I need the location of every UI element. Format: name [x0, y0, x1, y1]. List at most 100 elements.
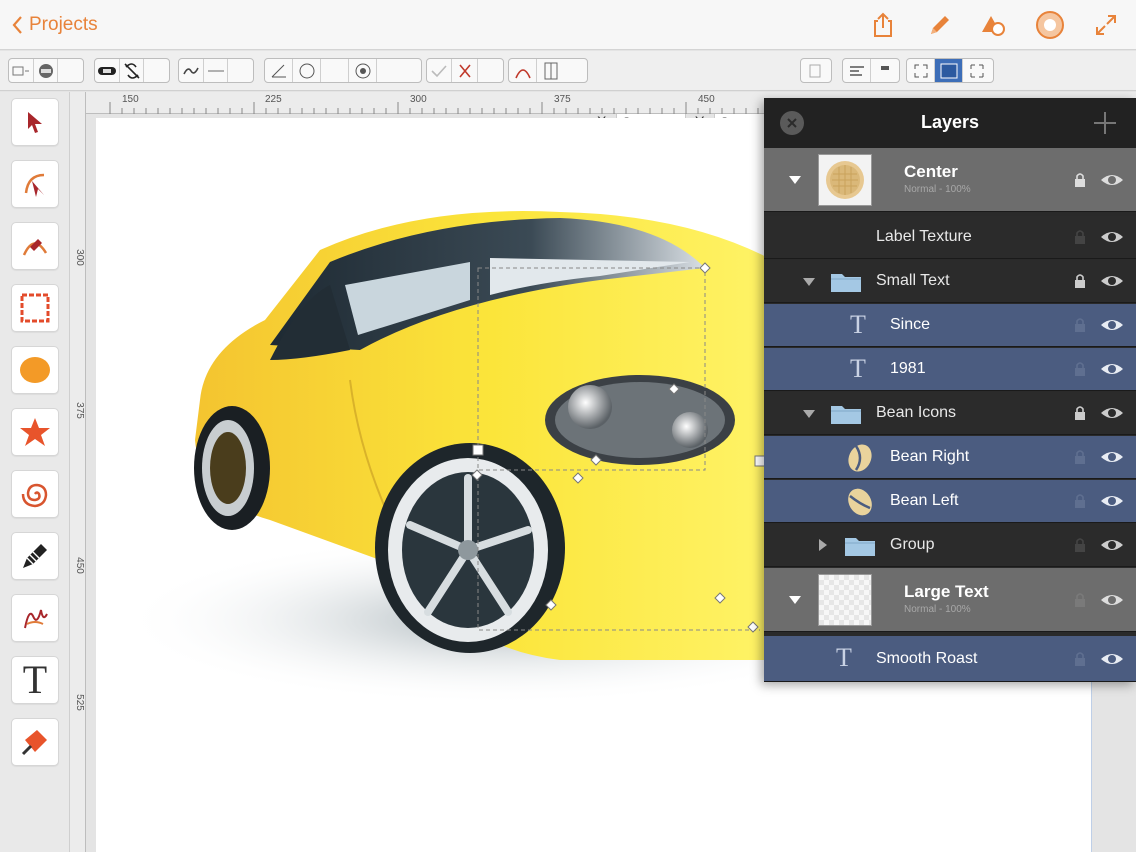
- layer-thumbnail: [818, 574, 872, 626]
- eye-icon[interactable]: [1100, 172, 1124, 188]
- pen-tool-button[interactable]: [11, 222, 59, 270]
- check-icon[interactable]: [427, 59, 453, 82]
- scissors-icon[interactable]: [452, 59, 478, 82]
- boolean-icon[interactable]: [34, 59, 59, 82]
- fill-view-icon[interactable]: [935, 59, 963, 82]
- eye-icon[interactable]: [1100, 361, 1124, 377]
- lock-icon[interactable]: [1074, 651, 1086, 667]
- join-icon[interactable]: [179, 59, 204, 82]
- layer-row-bean-right[interactable]: Bean Right: [764, 436, 1136, 479]
- text-align-icon[interactable]: [843, 59, 871, 82]
- record-icon[interactable]: [1035, 10, 1065, 40]
- layer-row-bean-left[interactable]: Bean Left: [764, 480, 1136, 523]
- align-icon[interactable]: [9, 59, 34, 82]
- text-dropdown-icon[interactable]: [871, 59, 899, 82]
- toolbar-group-transform: [508, 58, 588, 83]
- arrow-cursor-icon: [28, 112, 42, 133]
- eye-icon[interactable]: [1100, 493, 1124, 509]
- eye-icon[interactable]: [1100, 592, 1124, 608]
- layer-row-bean-icons[interactable]: Bean Icons: [764, 392, 1136, 435]
- layer-row-group[interactable]: Group: [764, 524, 1136, 567]
- flip-icon[interactable]: [537, 59, 565, 82]
- brush-tool-button[interactable]: [11, 594, 59, 642]
- target-icon[interactable]: [349, 59, 377, 82]
- eye-icon[interactable]: [1100, 449, 1124, 465]
- eye-icon[interactable]: [1100, 229, 1124, 245]
- disclosure-down-icon[interactable]: [802, 277, 816, 287]
- back-to-projects-button[interactable]: Projects: [12, 11, 98, 39]
- lock-icon[interactable]: [1074, 172, 1086, 188]
- eye-icon[interactable]: [1100, 317, 1124, 333]
- spiral-icon: [21, 483, 48, 508]
- rectangle-tool-button[interactable]: [11, 284, 59, 332]
- line-icon[interactable]: [204, 59, 229, 82]
- layer-name: Small Text: [876, 272, 950, 289]
- layer-row-label-texture[interactable]: Label Texture: [764, 216, 1136, 259]
- add-layer-button[interactable]: [1092, 110, 1118, 136]
- layer-row-small-text[interactable]: Small Text: [764, 260, 1136, 303]
- eye-icon[interactable]: [1100, 537, 1124, 553]
- select-tool-button[interactable]: [11, 98, 59, 146]
- back-label: Projects: [29, 14, 98, 35]
- star-tool-button[interactable]: [11, 408, 59, 456]
- layer-row-1981[interactable]: T 1981: [764, 348, 1136, 391]
- layer-row-large-text[interactable]: Large Text Normal - 100%: [764, 568, 1136, 632]
- ratio-lock-icon[interactable]: [801, 59, 829, 82]
- circle-icon[interactable]: [293, 59, 321, 82]
- shapes-icon[interactable]: [978, 10, 1008, 40]
- lock-icon[interactable]: [1074, 229, 1086, 245]
- lock-icon[interactable]: [1074, 405, 1086, 421]
- toolbar-group-arrange: [8, 58, 84, 83]
- disclosure-down-icon[interactable]: [788, 595, 802, 605]
- star-icon: [20, 418, 50, 446]
- blank-slot: [377, 59, 405, 82]
- actual-size-icon[interactable]: [963, 59, 991, 82]
- layer-name: Smooth Roast: [876, 650, 978, 667]
- text-tool-button[interactable]: T: [11, 656, 59, 704]
- ellipse-tool-button[interactable]: [11, 346, 59, 394]
- layer-row-since[interactable]: T Since: [764, 304, 1136, 347]
- pencil-tool-button[interactable]: [11, 532, 59, 580]
- transform-icon[interactable]: [509, 59, 537, 82]
- expand-icon[interactable]: [1091, 10, 1121, 40]
- lock-icon[interactable]: [1074, 449, 1086, 465]
- lock-icon[interactable]: [1074, 537, 1086, 553]
- toolbar-group-path: [178, 58, 254, 83]
- lock-icon[interactable]: [1074, 493, 1086, 509]
- tool-palette: T: [0, 92, 70, 852]
- pencil-icon[interactable]: [925, 10, 955, 40]
- angle-icon[interactable]: [265, 59, 293, 82]
- layer-row-center[interactable]: Center Normal - 100%: [764, 148, 1136, 212]
- coffee-bean-icon: [848, 444, 872, 472]
- fill-tool-button[interactable]: [11, 718, 59, 766]
- lock-icon[interactable]: [1074, 273, 1086, 289]
- break-link-icon[interactable]: [120, 59, 145, 82]
- lock-icon[interactable]: [1074, 317, 1086, 333]
- folder-icon: [845, 538, 875, 556]
- node-edit-icon: [24, 173, 45, 197]
- lock-icon[interactable]: [1074, 361, 1086, 377]
- layers-header: Layers: [764, 98, 1136, 148]
- ruler-tick-label: 300: [73, 249, 85, 266]
- eye-icon[interactable]: [1100, 651, 1124, 667]
- eye-icon[interactable]: [1100, 273, 1124, 289]
- toolbar-group-view: [906, 58, 994, 83]
- fit-icon[interactable]: [907, 59, 935, 82]
- eye-icon[interactable]: [1100, 405, 1124, 421]
- node-tool-button[interactable]: [11, 160, 59, 208]
- spiral-tool-button[interactable]: [11, 470, 59, 518]
- chain-icon[interactable]: [95, 59, 120, 82]
- disclosure-right-icon[interactable]: [818, 538, 828, 552]
- vertical-ruler: 300 375 450 525: [70, 92, 86, 852]
- text-layer-icon: T: [850, 310, 866, 339]
- lock-icon[interactable]: [1074, 592, 1086, 608]
- ruler-tick-label: 450: [698, 94, 715, 105]
- layer-name: Since: [890, 316, 931, 333]
- share-icon[interactable]: [868, 10, 898, 40]
- folder-icon: [831, 274, 861, 292]
- ruler-tick-label: 450: [73, 557, 85, 574]
- toolbar-group-link: [94, 58, 170, 83]
- disclosure-down-icon[interactable]: [788, 175, 802, 185]
- disclosure-down-icon[interactable]: [802, 409, 816, 419]
- layer-row-smooth-roast[interactable]: T Smooth Roast: [764, 636, 1136, 682]
